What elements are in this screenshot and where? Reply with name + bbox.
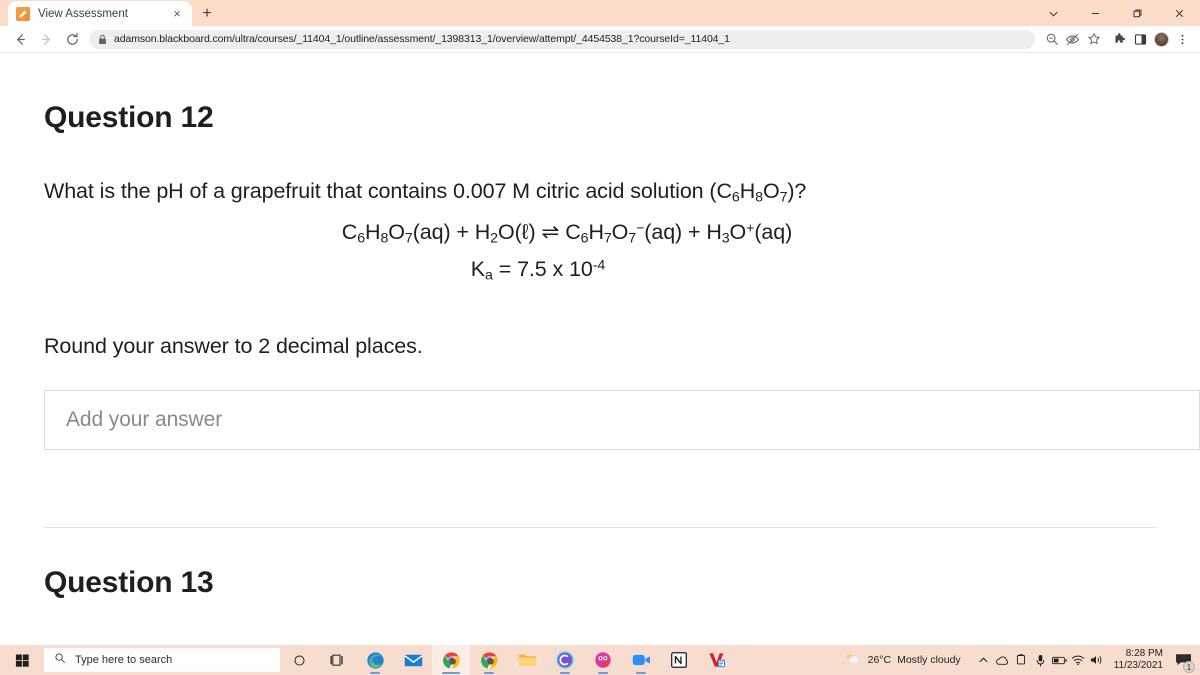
- profile-avatar[interactable]: [1151, 28, 1172, 50]
- browser-toolbar: adamson.blackboard.com/ultra/courses/_11…: [0, 26, 1200, 53]
- back-icon[interactable]: [7, 27, 33, 51]
- answer-input[interactable]: Add your answer: [44, 389, 1200, 450]
- zoom-out-icon[interactable]: [1041, 28, 1062, 50]
- forward-icon[interactable]: [33, 27, 59, 51]
- c-circle-icon[interactable]: [546, 645, 584, 675]
- video-camera-icon[interactable]: [622, 645, 660, 675]
- chrome-icon[interactable]: [470, 645, 508, 675]
- address-bar[interactable]: adamson.blackboard.com/ultra/courses/_11…: [89, 29, 1035, 49]
- rounding-instruction: Round your answer to 2 decimal places.: [44, 333, 423, 358]
- v-icon[interactable]: [698, 645, 736, 675]
- prompt-lead: What is the pH of a grapefruit that cont…: [44, 179, 732, 203]
- task-view-icon[interactable]: [318, 645, 356, 675]
- question-prompt: What is the pH of a grapefruit that cont…: [44, 135, 1200, 206]
- prompt-tail: )?: [787, 179, 807, 203]
- ka-exponent: -4: [592, 258, 606, 275]
- ka-label: K: [470, 257, 486, 282]
- star-icon[interactable]: [1083, 28, 1104, 50]
- weather-temperature: 26°C: [867, 654, 892, 666]
- notion-icon[interactable]: [660, 645, 698, 675]
- windows-start-icon[interactable]: [0, 645, 44, 675]
- taskbar-clock[interactable]: 8:28 PM 11/23/2021: [1114, 648, 1163, 673]
- browser-tab[interactable]: View Assessment ×: [8, 1, 192, 26]
- prompt-sub-2: 8: [755, 189, 763, 206]
- next-question-title: Question 13: [44, 565, 214, 599]
- browser-window: View Assessment × + adamson.blackboard.c…: [0, 0, 1200, 675]
- window-controls: [1032, 0, 1200, 26]
- clock-time: 8:28 PM: [1125, 647, 1163, 659]
- chemical-equation: C6H8O7(aq) + H2O(ℓ) ⇌ C6H7O7−(aq) + H3O+…: [341, 219, 793, 247]
- wifi-icon[interactable]: [1069, 645, 1088, 675]
- prompt-mid-1: H: [739, 179, 756, 203]
- address-bar-url: adamson.blackboard.com/ultra/courses/_11…: [114, 33, 730, 45]
- extensions-icon[interactable]: [1109, 28, 1130, 50]
- page-title: Question 12: [44, 101, 214, 134]
- ka-number: 7.5 x 10: [517, 257, 593, 282]
- eye-slash-icon[interactable]: [1062, 28, 1083, 50]
- edge-icon[interactable]: [356, 645, 394, 675]
- tab-title: View Assessment: [38, 7, 128, 20]
- weather-description: Mostly cloudy: [897, 654, 961, 666]
- pencil-icon: [16, 6, 30, 21]
- windows-taskbar: Type here to search 26°C Mostly cloudy 8…: [0, 645, 1200, 675]
- close-icon[interactable]: [1158, 0, 1200, 26]
- microphone-icon[interactable]: [1031, 645, 1050, 675]
- cloud-sun-icon: [844, 651, 862, 669]
- sidebar-icon[interactable]: [1130, 28, 1151, 50]
- reload-icon[interactable]: [59, 27, 85, 51]
- page-viewport: Question 12 What is the pH of a grapefru…: [0, 54, 1200, 645]
- assessment-content: Question 12 What is the pH of a grapefru…: [0, 54, 1200, 600]
- lock-icon: [98, 34, 107, 45]
- mail-icon[interactable]: [394, 645, 432, 675]
- prompt-mid-2: O: [762, 179, 780, 203]
- tab-close-icon[interactable]: ×: [170, 7, 184, 21]
- chevron-down-icon[interactable]: [1032, 0, 1074, 26]
- notifications-button[interactable]: 1: [1170, 645, 1196, 675]
- search-icon: [54, 651, 66, 669]
- search-input[interactable]: Type here to search: [44, 648, 280, 672]
- restore-icon[interactable]: [1116, 0, 1158, 26]
- prompt-sub-1: 6: [731, 189, 740, 206]
- folder-icon[interactable]: [508, 645, 546, 675]
- onedrive-icon[interactable]: [993, 645, 1012, 675]
- battery-icon[interactable]: [1050, 645, 1069, 675]
- clock-date: 11/23/2021: [1113, 660, 1163, 671]
- notification-count-badge: 1: [1183, 661, 1195, 673]
- ka-equals: =: [498, 257, 512, 282]
- ka-value-line: Ka = 7.5 x 10-4: [44, 257, 1200, 284]
- search-placeholder: Type here to search: [75, 654, 173, 666]
- answer-input-placeholder: Add your answer: [66, 407, 223, 431]
- toolbar-icons: [1041, 28, 1193, 50]
- weather-widget[interactable]: 26°C Mostly cloudy: [844, 651, 961, 669]
- browser-titlebar: View Assessment × +: [0, 0, 1200, 26]
- volume-icon[interactable]: [1088, 645, 1107, 675]
- circle-icon[interactable]: [280, 645, 318, 675]
- menu-kebab-icon[interactable]: [1172, 28, 1193, 50]
- question-divider: [44, 526, 1156, 528]
- display-icon[interactable]: [1012, 645, 1031, 675]
- pink-circle-icon[interactable]: [584, 645, 622, 675]
- system-tray: 26°C Mostly cloudy 8:28 PM 11/23/2021 1: [844, 645, 1200, 675]
- new-tab-button[interactable]: +: [194, 1, 220, 26]
- ka-subscript: a: [485, 267, 493, 284]
- chevron-up-icon[interactable]: [974, 645, 993, 675]
- chrome-icon[interactable]: [432, 645, 470, 675]
- minimize-icon[interactable]: [1074, 0, 1116, 26]
